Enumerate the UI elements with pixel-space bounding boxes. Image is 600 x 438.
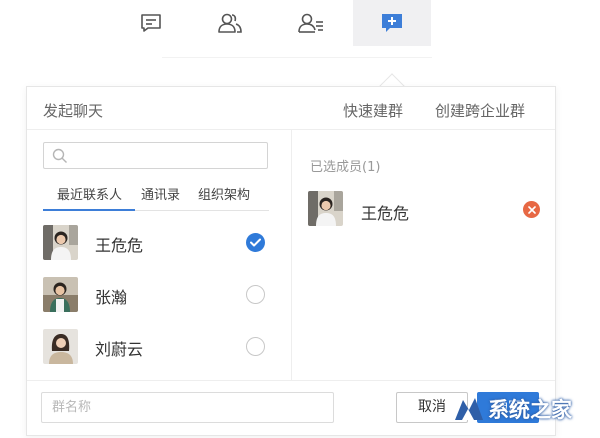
tab-address-book[interactable]: 通讯录 (141, 184, 180, 203)
contact-tabs: 最近联系人 通讯录 组织架构 (43, 182, 269, 211)
top-toolbar (0, 0, 600, 46)
selected-member-name: 王危危 (361, 204, 410, 223)
search-icon (52, 148, 67, 163)
remove-member-button[interactable] (523, 201, 540, 218)
selected-count-label: 已选成员(1) (310, 160, 381, 175)
contact-item[interactable]: 王危危 (43, 221, 278, 263)
start-chat-panel: 发起聊天 快速建群 创建跨企业群 最近联系人 通讯录 组织架构 王危危 张瀚 刘… (26, 86, 556, 436)
contacts-button[interactable] (191, 0, 269, 46)
selected-member-item: 王危危 (308, 189, 540, 229)
search-box[interactable] (43, 142, 268, 169)
contact-list-icon (298, 13, 323, 33)
group-name-input[interactable] (41, 392, 334, 423)
message-button[interactable] (112, 0, 190, 46)
search-input[interactable] (72, 145, 262, 166)
contact-picker: 最近联系人 通讯录 组织架构 王危危 张瀚 刘蔚云 (27, 130, 292, 380)
contact-name: 王危危 (95, 236, 144, 255)
close-icon (527, 205, 536, 214)
message-icon (141, 14, 161, 32)
contact-name: 刘蔚云 (95, 340, 144, 359)
add-chat-icon (382, 14, 402, 32)
watermark-text: 系统之家 (488, 398, 572, 422)
panel-header: 发起聊天 快速建群 创建跨企业群 (27, 87, 555, 130)
contact-item[interactable]: 张瀚 (43, 273, 278, 315)
watermark: 系统之家 (452, 386, 598, 432)
contact-checkbox[interactable] (246, 285, 265, 304)
active-tab-indicator (43, 209, 135, 211)
selected-members-panel: 已选成员(1) 王危危 (292, 130, 555, 380)
check-icon (250, 238, 261, 247)
toolbar-divider (162, 57, 432, 58)
contact-list-button[interactable] (272, 0, 350, 46)
avatar (43, 277, 78, 312)
contact-name: 张瀚 (95, 288, 128, 307)
cross-company-group-link[interactable]: 创建跨企业群 (435, 100, 525, 121)
panel-title: 发起聊天 (43, 102, 104, 120)
avatar (43, 329, 78, 364)
avatar (308, 191, 343, 226)
avatar (43, 225, 78, 260)
contact-checkbox[interactable] (246, 233, 265, 252)
tab-recent-contacts[interactable]: 最近联系人 (57, 184, 122, 203)
contacts-icon (218, 13, 242, 33)
quick-group-link[interactable]: 快速建群 (343, 100, 403, 121)
tab-org-structure[interactable]: 组织架构 (198, 184, 250, 203)
add-chat-button[interactable] (353, 0, 431, 46)
contact-checkbox[interactable] (246, 337, 265, 356)
watermark-logo-icon (455, 398, 483, 420)
contact-item[interactable]: 刘蔚云 (43, 325, 278, 367)
